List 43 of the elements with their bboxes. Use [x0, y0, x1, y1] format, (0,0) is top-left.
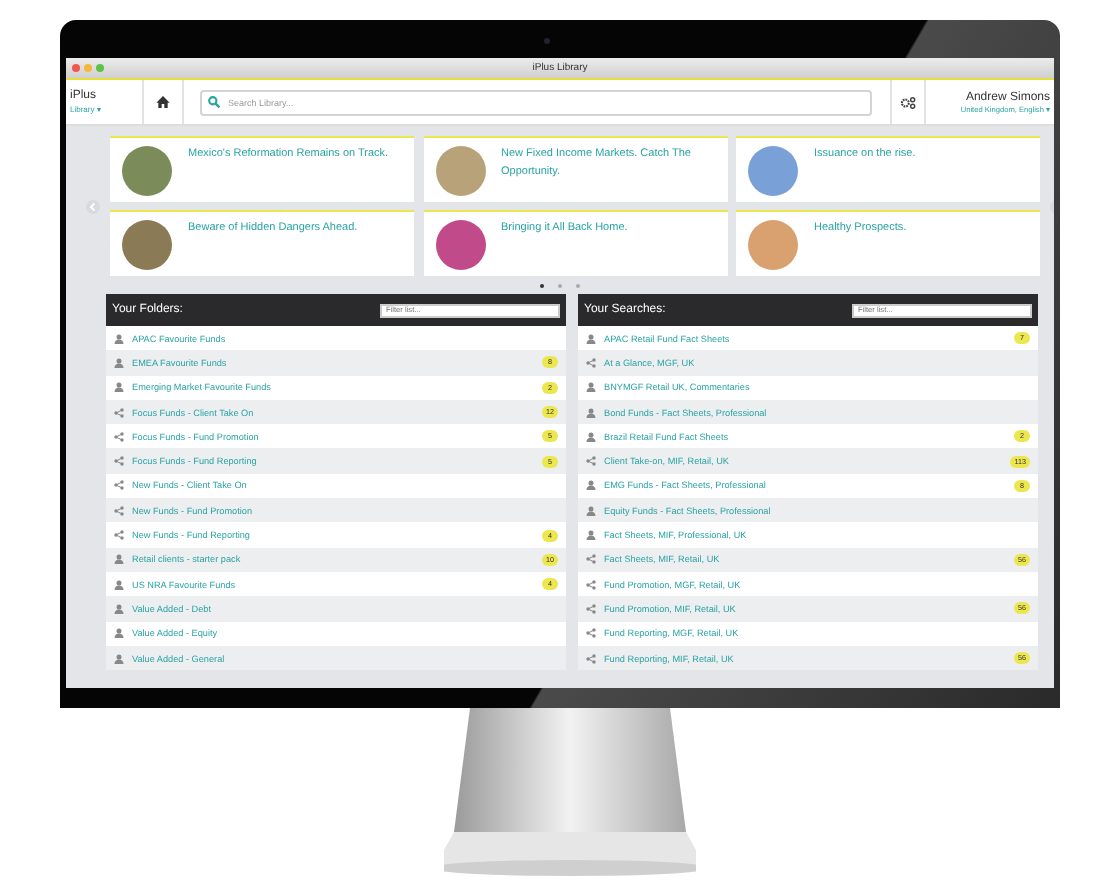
photo-placeholder [748, 146, 798, 196]
person-icon [114, 357, 124, 368]
share-icon [586, 653, 596, 663]
person-icon [114, 382, 124, 393]
person-icon [114, 603, 124, 614]
photo-placeholder [748, 220, 798, 270]
share-icon [586, 357, 596, 368]
person-icon [586, 431, 596, 442]
share-icon [114, 456, 124, 467]
close-button[interactable] [72, 64, 80, 72]
person-icon [586, 530, 596, 541]
share-icon [114, 505, 124, 516]
zoom-button[interactable] [96, 64, 104, 72]
person-icon [586, 333, 596, 344]
gears-icon [900, 95, 916, 109]
person-icon [114, 579, 124, 590]
share-icon [114, 480, 124, 491]
photo-placeholder [435, 220, 485, 270]
photo-placeholder [122, 220, 172, 270]
share-icon [586, 554, 596, 565]
camera-dot [544, 38, 550, 44]
minimize-button[interactable] [84, 64, 92, 72]
person-icon [114, 628, 124, 639]
photo-placeholder [435, 146, 485, 196]
share-icon [586, 628, 596, 639]
person-icon [586, 505, 596, 516]
person-icon [114, 333, 124, 344]
person-icon [114, 554, 124, 565]
person-icon [114, 653, 124, 663]
share-icon [114, 431, 124, 442]
share-icon [586, 579, 596, 590]
share-icon [586, 603, 596, 614]
share-icon [114, 407, 124, 418]
person-icon [586, 407, 596, 418]
share-icon [114, 530, 124, 541]
home-icon [156, 96, 170, 108]
previous-arrow-icon[interactable] [86, 199, 100, 213]
photo-placeholder [122, 146, 172, 196]
search-icon [208, 96, 220, 108]
share-icon [586, 456, 596, 467]
person-icon [586, 382, 596, 393]
person-icon [586, 480, 596, 491]
settings-button[interactable] [890, 80, 926, 124]
